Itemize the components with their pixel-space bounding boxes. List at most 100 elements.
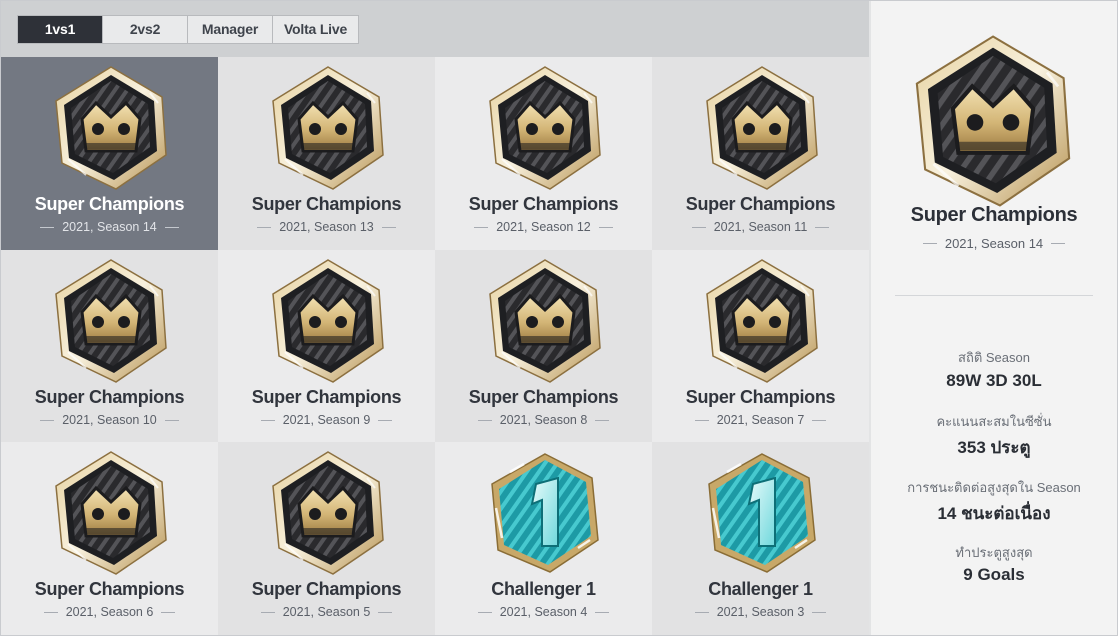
rank-season-text: 2021, Season 11 <box>713 220 808 234</box>
stat-label-season-record: สถิติ Season <box>958 350 1030 365</box>
rank-card[interactable]: Super Champions 2021, Season 10 <box>1 250 218 442</box>
rank-season-text: 2021, Season 3 <box>716 605 805 619</box>
divider-dash <box>378 611 393 613</box>
rank-name: Super Champions <box>34 387 185 407</box>
rank-season-text: 2021, Season 14 <box>62 220 157 234</box>
rank-card[interactable]: Challenger 1 2021, Season 3 <box>652 442 869 635</box>
rank-season: 2021, Season 9 <box>218 413 435 427</box>
super-champions-crown-icon <box>263 256 393 386</box>
season-rank-grid: Super Champions 2021, Season 14 Super Cha… <box>1 57 869 635</box>
stat-value-season-record: 89W 3D 30L <box>946 371 1042 390</box>
detail-rank-name: Super Champions <box>910 204 1078 226</box>
rank-season-text: 2021, Season 10 <box>62 413 157 427</box>
rank-season: 2021, Season 5 <box>218 605 435 619</box>
divider-dash <box>694 419 709 421</box>
divider-dash <box>257 226 272 228</box>
divider-dash <box>812 419 827 421</box>
super-champions-crown-icon <box>903 31 1083 211</box>
stat-label-top-goals: ทำประตูสูงสุด <box>955 545 1033 560</box>
rank-name: Super Champions <box>34 194 185 214</box>
rank-season-text: 2021, Season 4 <box>499 605 588 619</box>
stat-value-win-streak: 14 ชนะต่อเนื่อง <box>937 504 1051 523</box>
rank-season-text: 2021, Season 7 <box>716 413 805 427</box>
rank-season-text: 2021, Season 6 <box>65 605 154 619</box>
rank-card[interactable]: Super Champions 2021, Season 7 <box>652 250 869 442</box>
super-champions-crown-icon <box>480 256 610 386</box>
rank-card[interactable]: Super Champions 2021, Season 9 <box>218 250 435 442</box>
super-champions-crown-icon <box>263 63 393 193</box>
mode-tab-bar: 1vs1 2vs2 Manager Volta Live <box>1 1 869 57</box>
rank-season: 2021, Season 13 <box>218 220 435 234</box>
rank-name: Super Champions <box>251 579 402 599</box>
super-champions-crown-icon <box>46 448 176 578</box>
divider-dash <box>260 611 275 613</box>
divider-dash <box>164 419 179 421</box>
detail-season: 2021, Season 14 <box>871 236 1117 251</box>
divider-dash <box>164 226 179 228</box>
stat-label-win-streak: การชนะติดต่อสูงสุดใน Season <box>907 480 1081 495</box>
divider-dash <box>595 611 610 613</box>
rank-season: 2021, Season 12 <box>435 220 652 234</box>
rank-card[interactable]: Super Champions 2021, Season 14 <box>1 57 218 250</box>
rank-card[interactable]: Super Champions 2021, Season 5 <box>218 442 435 635</box>
super-champions-crown-icon <box>46 63 176 193</box>
rank-name: Super Champions <box>34 579 185 599</box>
panel-divider <box>895 295 1093 296</box>
divider-dash <box>260 419 275 421</box>
divider-dash <box>474 226 489 228</box>
divider-dash <box>381 226 396 228</box>
rank-season: 2021, Season 14 <box>1 220 218 234</box>
rank-season: 2021, Season 10 <box>1 413 218 427</box>
super-champions-crown-icon <box>263 448 393 578</box>
rank-name: Super Champions <box>468 194 619 214</box>
super-champions-crown-icon <box>480 63 610 193</box>
rank-name: Super Champions <box>468 387 619 407</box>
divider-dash <box>378 419 393 421</box>
rank-season-text: 2021, Season 8 <box>499 413 588 427</box>
divider-dash <box>815 226 830 228</box>
tab-2vs2[interactable]: 2vs2 <box>103 16 188 43</box>
rank-season-text: 2021, Season 5 <box>282 605 371 619</box>
super-champions-crown-icon <box>697 63 827 193</box>
rank-name: Super Champions <box>251 387 402 407</box>
detail-season-text: 2021, Season 14 <box>944 236 1044 251</box>
challenger-1-icon <box>697 448 827 578</box>
rank-season: 2021, Season 6 <box>1 605 218 619</box>
rank-card[interactable]: Super Champions 2021, Season 6 <box>1 442 218 635</box>
rank-card[interactable]: Super Champions 2021, Season 12 <box>435 57 652 250</box>
rank-card[interactable]: Challenger 1 2021, Season 4 <box>435 442 652 635</box>
rank-season-text: 2021, Season 13 <box>279 220 374 234</box>
rank-season-text: 2021, Season 9 <box>282 413 371 427</box>
divider-dash <box>595 419 610 421</box>
tab-manager[interactable]: Manager <box>188 16 273 43</box>
divider-dash <box>43 611 58 613</box>
rank-season: 2021, Season 4 <box>435 605 652 619</box>
stat-value-season-goals: 353 ประตู <box>957 438 1031 457</box>
rank-name: Challenger 1 <box>708 579 813 599</box>
rank-card[interactable]: Super Champions 2021, Season 8 <box>435 250 652 442</box>
rank-card[interactable]: Super Champions 2021, Season 13 <box>218 57 435 250</box>
rank-detail-panel: Super Champions 2021, Season 14 สถิติ Se… <box>871 1 1117 635</box>
super-champions-crown-icon <box>46 256 176 386</box>
rank-season: 2021, Season 3 <box>652 605 869 619</box>
divider-dash <box>1051 243 1066 244</box>
rank-season-text: 2021, Season 12 <box>496 220 591 234</box>
divider-dash <box>161 611 176 613</box>
rank-card[interactable]: Super Champions 2021, Season 11 <box>652 57 869 250</box>
divider-dash <box>922 243 937 244</box>
divider-dash <box>812 611 827 613</box>
tab-volta-live[interactable]: Volta Live <box>273 16 358 43</box>
mode-tabs: 1vs1 2vs2 Manager Volta Live <box>17 15 359 44</box>
divider-dash <box>691 226 706 228</box>
rank-season: 2021, Season 11 <box>652 220 869 234</box>
super-champions-crown-icon <box>697 256 827 386</box>
rank-name: Challenger 1 <box>491 579 596 599</box>
rank-season: 2021, Season 7 <box>652 413 869 427</box>
divider-dash <box>40 226 55 228</box>
stat-value-top-goals: 9 Goals <box>963 565 1025 584</box>
divider-dash <box>477 611 492 613</box>
challenger-1-icon <box>480 448 610 578</box>
tab-1vs1[interactable]: 1vs1 <box>18 16 103 43</box>
divider-dash <box>40 419 55 421</box>
stat-label-season-goals: คะแนนสะสมในซีซั่น <box>936 414 1052 429</box>
